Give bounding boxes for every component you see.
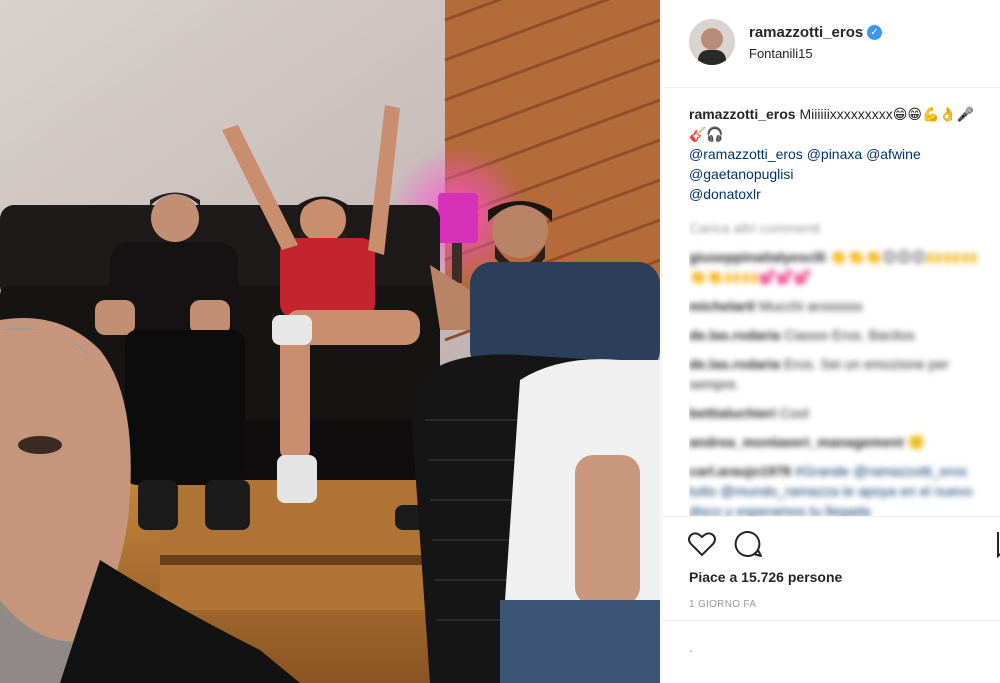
- load-more-comments-link[interactable]: Carica altri commenti: [689, 218, 1000, 238]
- comment-username[interactable]: andrea_montaeeri_management: [689, 434, 904, 450]
- comment-text: Cool: [780, 405, 809, 421]
- comment-username[interactable]: michelartl: [689, 298, 755, 314]
- avatar-image: [689, 19, 735, 65]
- comment-username[interactable]: bettialuchieri: [689, 405, 776, 421]
- comment-username[interactable]: de.las.rodaria: [689, 327, 780, 343]
- post-actions: Piace a 15.726 persone 1 GIORNO FA: [662, 516, 1000, 620]
- add-comment-area[interactable]: .: [662, 620, 1000, 683]
- comment-item: giuseppinaitalyesclli 👏👏👏😊😊😊🙌🙌🙌 👏👏🙌🙌💕💕💕: [689, 247, 989, 287]
- add-comment-placeholder[interactable]: .: [689, 639, 693, 655]
- caption-tag[interactable]: @gaetanopuglisi: [689, 166, 794, 182]
- post-photo[interactable]: [0, 0, 660, 683]
- comment-item: michelartl Mucchi arosssss: [689, 296, 989, 316]
- caption-tag[interactable]: @pinaxa: [807, 146, 862, 162]
- comment-item: bettialuchieri Cool: [689, 403, 989, 423]
- avatar[interactable]: [689, 19, 735, 65]
- comment-item: de.las.rodaria Ciaooo Eros. Bacitos: [689, 325, 989, 345]
- heart-icon: [688, 532, 716, 557]
- post-sidebar: ramazzotti_eros ✓ Fontanili15 ramazzotti…: [661, 0, 1000, 683]
- likes-count[interactable]: Piace a 15.726 persone: [689, 569, 842, 585]
- caption-tags: @ramazzotti_eros @pinaxa @afwine @gaetan…: [689, 144, 989, 204]
- comment-bubble-icon: [734, 530, 762, 557]
- comment-username[interactable]: de.las.rodaria: [689, 356, 780, 372]
- comment-button[interactable]: [733, 529, 763, 559]
- post-location[interactable]: Fontanili15: [749, 46, 813, 61]
- comment-text: Ciaooo Eros. Bacitos: [783, 327, 915, 343]
- verified-badge-icon: ✓: [867, 25, 882, 40]
- comment-item: de.las.rodaria Eros. Sei un emozione per…: [689, 354, 989, 394]
- comment-username[interactable]: carl.araujo1978: [689, 463, 791, 479]
- like-button[interactable]: [687, 529, 717, 559]
- comment-text: Mucchi arosssss: [759, 298, 863, 314]
- caption-username[interactable]: ramazzotti_eros: [689, 106, 796, 122]
- comment-text: 🙂: [907, 434, 926, 450]
- comment-username[interactable]: giuseppinaitalyesclli: [689, 249, 826, 265]
- post-author-username[interactable]: ramazzotti_eros: [749, 24, 863, 41]
- post-timestamp[interactable]: 1 GIORNO FA: [689, 599, 756, 610]
- bookmark-icon: [997, 532, 1000, 559]
- post-caption: ramazzotti_eros Miiiiiixxxxxxxxx😁😁💪👌🎤🎸🎧 …: [689, 104, 989, 204]
- comment-item: carl.araujo1978 #Grande @ramazzotti_eros…: [689, 461, 989, 516]
- comments-section[interactable]: ramazzotti_eros Miiiiiixxxxxxxxx😁😁💪👌🎤🎸🎧 …: [689, 104, 1000, 516]
- studio-selfie-image: [0, 0, 660, 683]
- caption-tag[interactable]: @afwine: [866, 146, 921, 162]
- post-header: ramazzotti_eros ✓ Fontanili15: [662, 0, 1000, 88]
- caption-tag[interactable]: @donatoxlr: [689, 186, 761, 202]
- save-button[interactable]: [995, 529, 1000, 559]
- caption-tag[interactable]: @ramazzotti_eros: [689, 146, 803, 162]
- comment-item: andrea_montaeeri_management 🙂: [689, 432, 989, 452]
